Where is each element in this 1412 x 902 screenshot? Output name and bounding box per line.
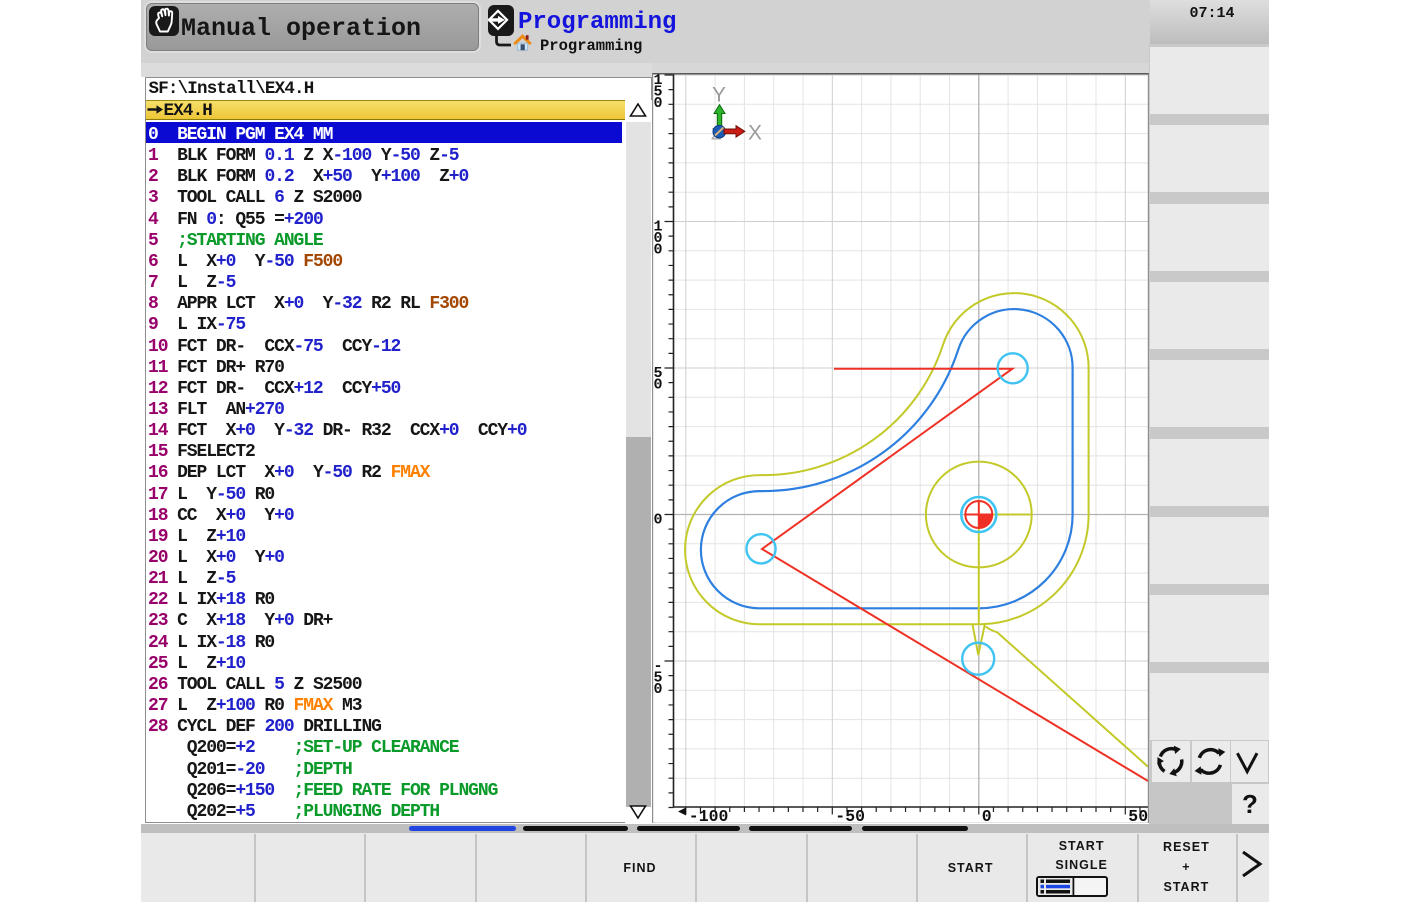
svg-text:0: 0 <box>654 376 663 393</box>
svg-text:50: 50 <box>1128 807 1148 824</box>
svg-text:-100: -100 <box>689 807 729 824</box>
svg-text:Y: Y <box>712 83 726 106</box>
svg-text:0: 0 <box>654 95 663 112</box>
svg-text:X: X <box>748 121 762 144</box>
svg-text:0: 0 <box>654 511 663 528</box>
svg-text:0: 0 <box>982 807 992 824</box>
svg-text:0: 0 <box>654 241 663 258</box>
svg-text:0: 0 <box>654 681 663 698</box>
svg-text:-50: -50 <box>835 807 865 824</box>
